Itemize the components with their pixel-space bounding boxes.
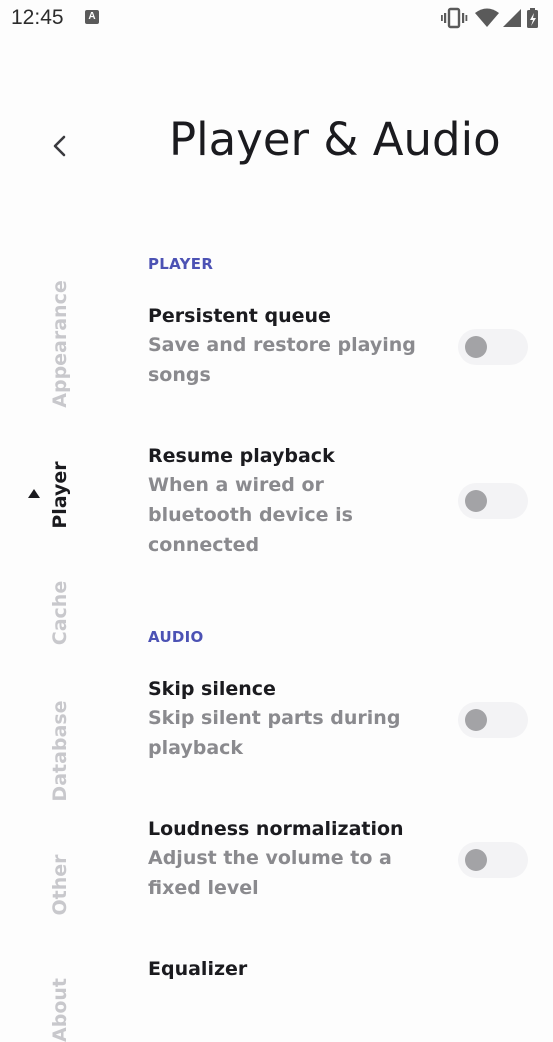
section-header-player: PLAYER [148, 255, 214, 273]
signal-icon [503, 9, 521, 27]
a-icon: A [85, 10, 99, 24]
tab-rail: Appearance Player Cache Database Other A… [0, 240, 120, 1042]
setting-description: Adjust the volume to a fixed level [148, 847, 392, 899]
tab-database[interactable]: Database [49, 700, 71, 801]
back-button[interactable] [40, 125, 80, 167]
setting-loudness-normalization[interactable]: Loudness normalization Adjust the volume… [148, 815, 538, 903]
setting-resume-playback[interactable]: Resume playback When a wired or bluetoot… [148, 442, 538, 560]
tab-appearance[interactable]: Appearance [49, 280, 71, 407]
setting-title: Persistent queue [148, 305, 331, 327]
setting-description: Save and restore playing songs [148, 334, 416, 386]
persistent-queue-toggle[interactable] [458, 329, 528, 365]
status-bar: 12:45 A [0, 0, 553, 38]
status-time: 12:45 [11, 6, 64, 29]
loudness-normalization-toggle[interactable] [458, 842, 528, 878]
page-title: Player & Audio [169, 113, 501, 166]
setting-equalizer[interactable]: Equalizer [148, 955, 538, 983]
toggle-thumb [465, 849, 487, 871]
section-header-audio: AUDIO [148, 628, 204, 646]
skip-silence-toggle[interactable] [458, 702, 528, 738]
resume-playback-toggle[interactable] [458, 483, 528, 519]
vibrate-icon [441, 7, 468, 29]
setting-title: Equalizer [148, 958, 248, 980]
toggle-thumb [465, 709, 487, 731]
setting-description: Skip silent parts during playback [148, 707, 401, 759]
active-tab-indicator-icon [28, 489, 40, 498]
wifi-icon [475, 8, 499, 27]
tab-cache[interactable]: Cache [49, 581, 71, 645]
setting-title: Skip silence [148, 678, 276, 700]
setting-title: Resume playback [148, 445, 335, 467]
setting-title: Loudness normalization [148, 818, 404, 840]
toggle-thumb [465, 490, 487, 512]
tab-player[interactable]: Player [49, 461, 71, 528]
tab-about[interactable]: About [49, 978, 71, 1042]
battery-icon [527, 8, 538, 28]
status-icons [441, 7, 545, 29]
chevron-left-icon [53, 135, 66, 157]
setting-persistent-queue[interactable]: Persistent queue Save and restore playin… [148, 302, 538, 390]
setting-skip-silence[interactable]: Skip silence Skip silent parts during pl… [148, 675, 538, 763]
toggle-thumb [465, 336, 487, 358]
setting-description: When a wired or bluetooth device is conn… [148, 474, 353, 556]
tab-other[interactable]: Other [49, 854, 71, 915]
